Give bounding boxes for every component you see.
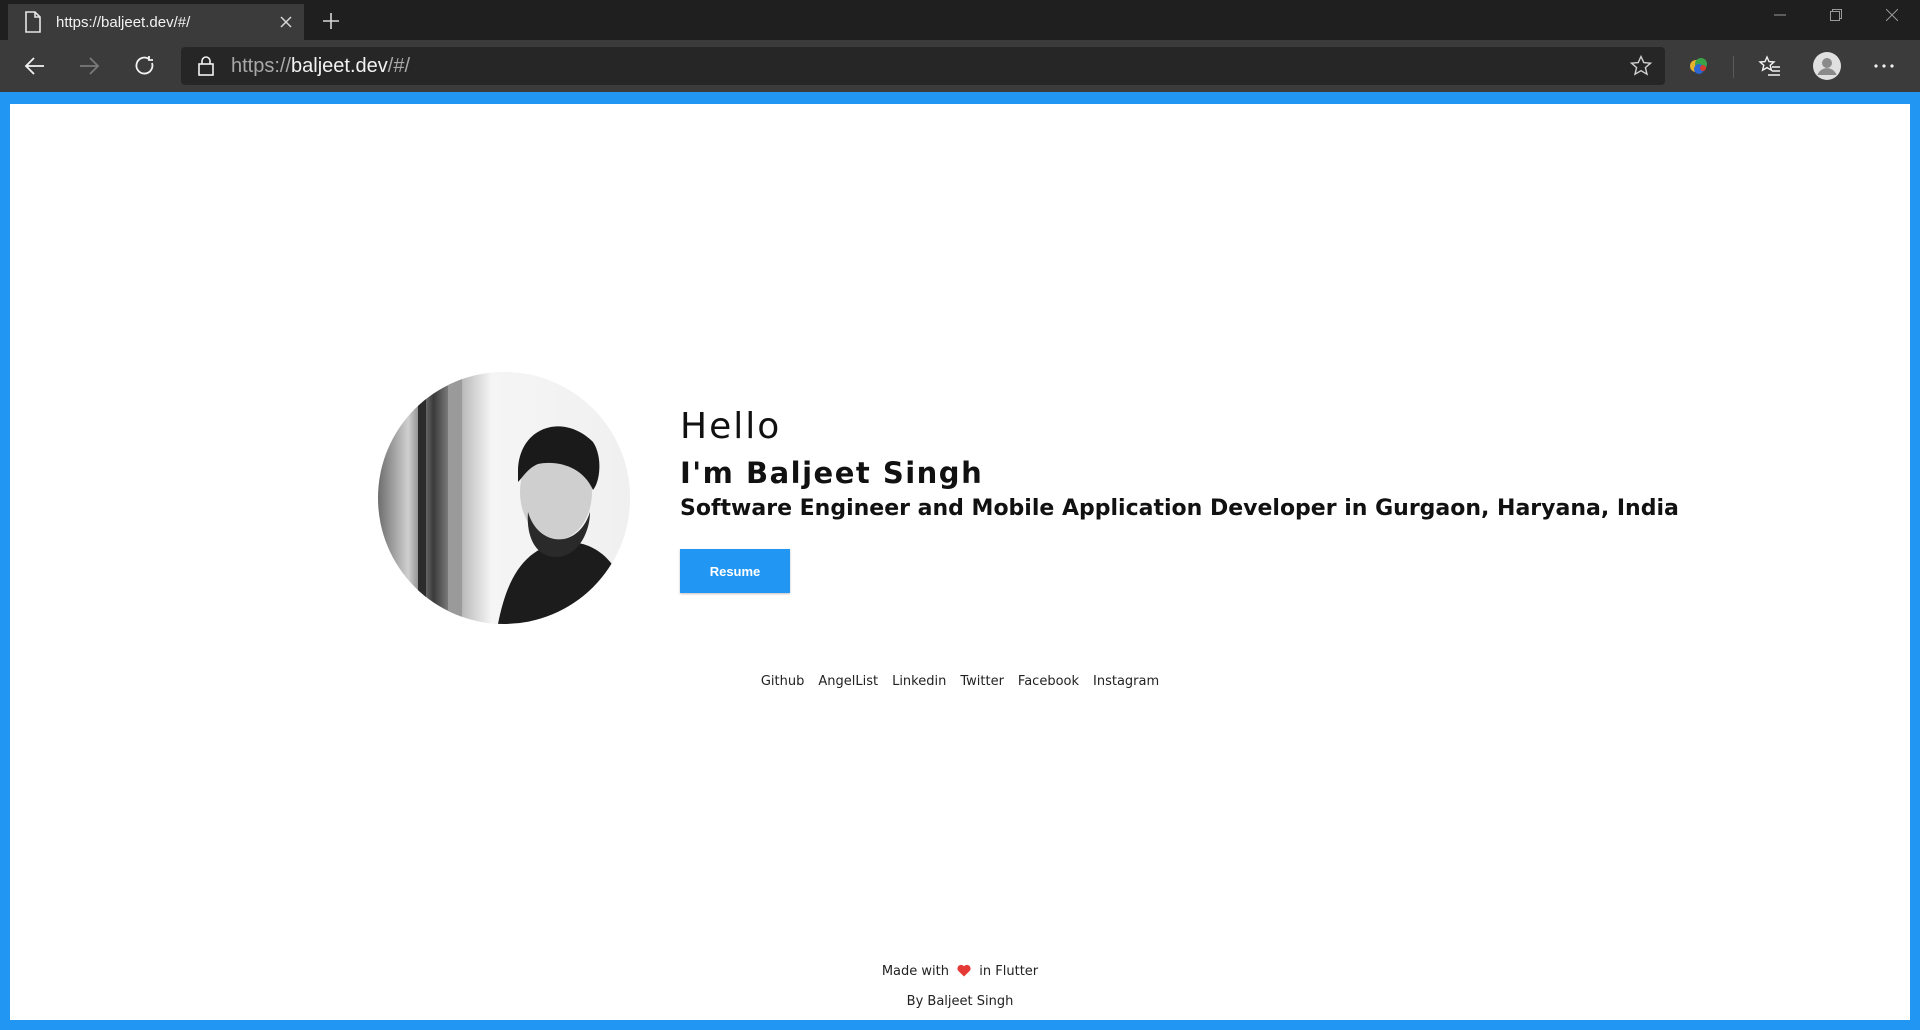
resume-button[interactable]: Resume bbox=[680, 549, 790, 593]
close-window-icon[interactable] bbox=[1864, 0, 1920, 30]
github-link[interactable]: Github bbox=[761, 674, 805, 689]
tagline-text: Software Engineer and Mobile Application… bbox=[680, 496, 1679, 521]
angellist-link[interactable]: AngelList bbox=[818, 674, 878, 689]
made-prefix: Made with bbox=[881, 964, 949, 979]
back-arrow-icon[interactable] bbox=[17, 48, 53, 84]
window-controls bbox=[1752, 0, 1920, 32]
close-tab-icon[interactable] bbox=[268, 4, 304, 40]
heart-icon bbox=[957, 964, 971, 981]
footer-made-with: Made with in Flutter bbox=[10, 964, 1910, 981]
url-text[interactable]: https://baljeet.dev/#/ bbox=[231, 55, 1629, 78]
more-icon[interactable] bbox=[1866, 48, 1902, 84]
toolbar-divider bbox=[1733, 56, 1734, 78]
greeting-text: Hello bbox=[680, 406, 782, 447]
extension-icon[interactable] bbox=[1681, 48, 1717, 84]
social-links: Github AngelList Linkedin Twitter Facebo… bbox=[10, 674, 1910, 689]
made-suffix: in Flutter bbox=[979, 964, 1039, 979]
browser-tab-bar: https://baljeet.dev/#/ bbox=[0, 0, 1920, 40]
facebook-link[interactable]: Facebook bbox=[1018, 674, 1079, 689]
lock-icon[interactable] bbox=[197, 55, 217, 77]
refresh-icon[interactable] bbox=[127, 48, 163, 84]
footer-author: By Baljeet Singh bbox=[906, 994, 1014, 1009]
star-icon[interactable] bbox=[1629, 54, 1653, 78]
twitter-link[interactable]: Twitter bbox=[960, 674, 1004, 689]
linkedin-link[interactable]: Linkedin bbox=[892, 674, 946, 689]
name-heading: I'm Baljeet Singh bbox=[680, 456, 984, 490]
tab-title: https://baljeet.dev/#/ bbox=[56, 13, 191, 31]
new-tab-button[interactable] bbox=[316, 6, 346, 36]
avatar bbox=[378, 372, 630, 624]
url-host: baljeet.dev bbox=[291, 54, 388, 77]
url-scheme: https:// bbox=[231, 54, 292, 77]
forward-arrow-icon[interactable] bbox=[71, 48, 107, 84]
profile-icon[interactable] bbox=[1809, 48, 1845, 84]
page-viewport: Hello I'm Baljeet Singh Software Enginee… bbox=[10, 104, 1910, 1020]
minimize-icon[interactable] bbox=[1752, 0, 1808, 30]
page-icon bbox=[24, 11, 42, 33]
url-path: /#/ bbox=[387, 54, 411, 77]
instagram-link[interactable]: Instagram bbox=[1093, 674, 1159, 689]
address-bar[interactable]: https://baljeet.dev/#/ bbox=[181, 47, 1665, 85]
browser-tab[interactable]: https://baljeet.dev/#/ bbox=[8, 4, 304, 40]
restore-icon[interactable] bbox=[1808, 0, 1864, 30]
browser-toolbar: https://baljeet.dev/#/ bbox=[0, 40, 1920, 92]
favorites-icon[interactable] bbox=[1752, 48, 1788, 84]
